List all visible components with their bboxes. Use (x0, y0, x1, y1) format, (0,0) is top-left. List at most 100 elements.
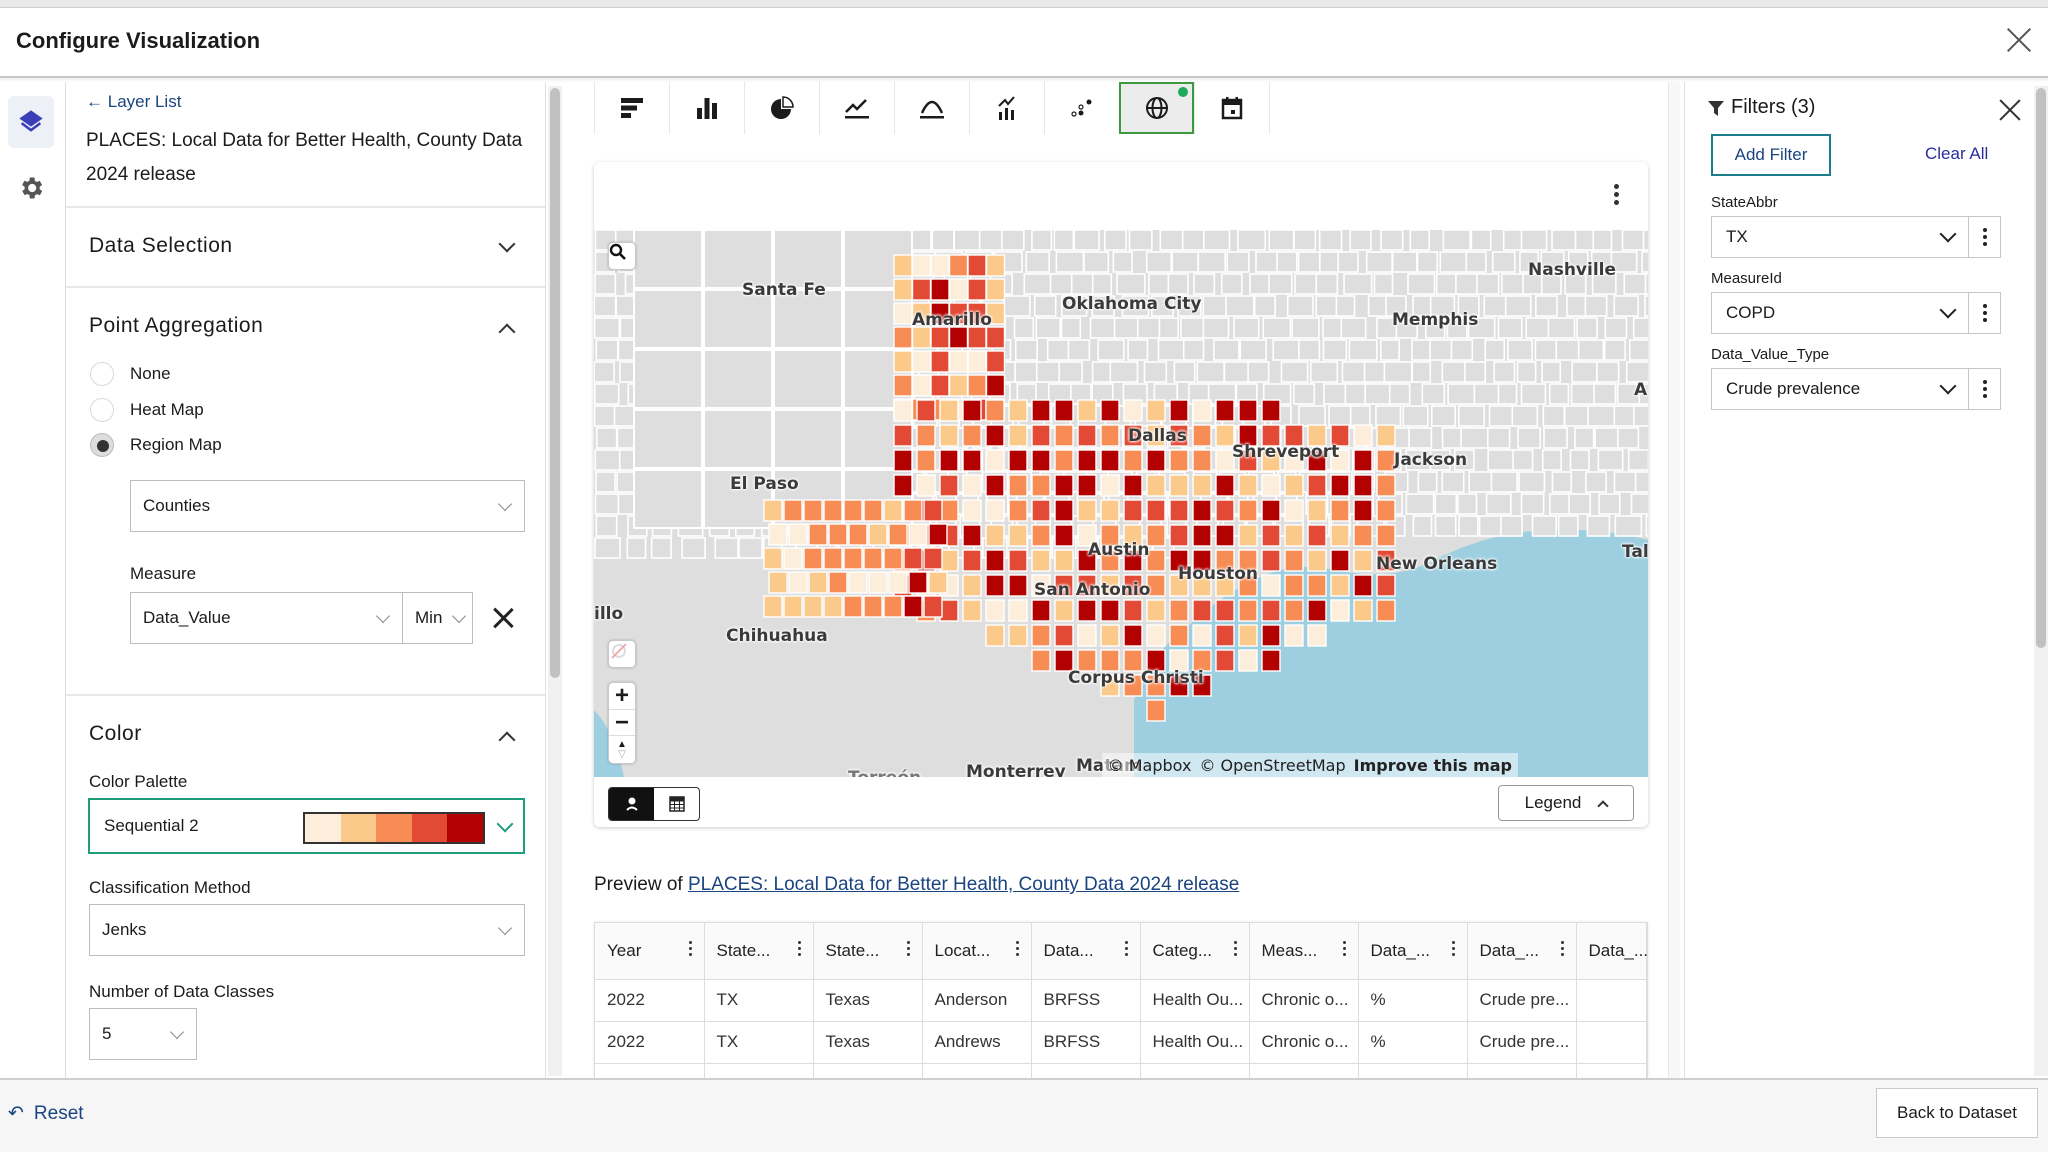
pie-chart-button[interactable] (744, 82, 819, 134)
filter-options-button[interactable] (1969, 216, 2001, 258)
column-header[interactable]: Year (595, 923, 705, 980)
county-shape (1196, 361, 1225, 383)
texas-county (893, 399, 913, 422)
column-menu-icon[interactable] (1451, 941, 1455, 959)
map-view[interactable]: Santa Fe Amarillo Oklahoma City Nashvill… (594, 230, 1648, 777)
clear-all-button[interactable]: Clear All (1925, 144, 1988, 164)
panel-scrollbar[interactable] (548, 86, 562, 1076)
county-shape (1159, 230, 1184, 251)
map-view-toggle[interactable] (609, 788, 654, 820)
measure-aggregation-select[interactable]: Min (402, 592, 473, 644)
filters-scrollbar[interactable] (2034, 86, 2048, 1076)
column-menu-icon[interactable] (1342, 941, 1346, 959)
map-button[interactable] (1119, 82, 1194, 134)
column-header[interactable]: Data_... (1358, 923, 1468, 980)
more-options-button[interactable] (1614, 184, 1620, 208)
texas-county (985, 326, 1006, 349)
bar-chart-button[interactable] (669, 82, 744, 134)
close-dialog-button[interactable] (2002, 22, 2036, 56)
filter-options-button[interactable] (1969, 368, 2001, 410)
add-filter-button[interactable]: Add Filter (1711, 134, 1831, 176)
osm-attribution[interactable]: © OpenStreetMap (1199, 756, 1345, 775)
settings-tab[interactable] (8, 162, 54, 214)
scrollbar-thumb[interactable] (550, 88, 560, 678)
layer-list-link[interactable]: ← Layer List (86, 92, 181, 112)
classification-select[interactable]: Jenks (89, 904, 525, 956)
column-menu-icon[interactable] (688, 941, 692, 959)
texas-county (1100, 424, 1120, 447)
column-header[interactable]: Locat... (922, 923, 1032, 980)
column-header[interactable]: Data_... (1576, 923, 1647, 980)
geolocate-button[interactable] (608, 640, 636, 668)
close-filters-button[interactable] (1998, 98, 2022, 122)
scrollbar-thumb[interactable] (2036, 88, 2046, 648)
reset-button[interactable]: ↶ Reset (8, 1102, 84, 1125)
column-header[interactable]: Data... (1031, 923, 1141, 980)
table-row[interactable]: 2022 TX Texas Andrews BRFSS Health Ou... Chron… (595, 1021, 1647, 1064)
remove-measure-button[interactable] (490, 605, 516, 631)
center-scrollbar[interactable] (1668, 82, 1680, 1078)
column-header[interactable]: Categ... (1140, 923, 1250, 980)
scatter-chart-button[interactable] (1044, 82, 1119, 134)
texas-county (939, 399, 959, 422)
dataset-link[interactable]: PLACES: Local Data for Better Health, Co… (688, 874, 1239, 895)
filter-measureid-select[interactable]: COPD (1711, 292, 1969, 334)
mapbox-attribution[interactable]: © Mapbox (1108, 756, 1192, 775)
legend-label: Legend (1524, 793, 1582, 812)
distribution-chart-button[interactable] (894, 82, 969, 134)
county-shape (1173, 361, 1196, 383)
select-value: Jenks (102, 920, 147, 939)
classes-select[interactable]: 5 (89, 1008, 197, 1060)
texas-county (985, 278, 1006, 301)
county-shape (1518, 471, 1546, 493)
zoom-in-button[interactable]: + (615, 683, 629, 709)
table-row[interactable]: 2022 TX Texas Anderson BRFSS Health Ou... Chro… (595, 979, 1647, 1022)
column-menu-icon[interactable] (1560, 941, 1564, 959)
county-shape (594, 317, 621, 339)
filter-stateabbr-select[interactable]: TX (1711, 216, 1969, 258)
measure-select[interactable]: Data_Value (130, 592, 403, 644)
filter-data-value-type-select[interactable]: Crude prevalence (1711, 368, 1969, 410)
county-shape (1239, 339, 1267, 361)
zoom-out-button[interactable]: − (609, 709, 635, 735)
filter-options-button[interactable] (1969, 292, 2001, 334)
legend-button[interactable]: Legend (1498, 785, 1634, 821)
texas-county (763, 499, 783, 522)
improve-map-link[interactable]: Improve this map (1354, 756, 1512, 775)
radio-region-map[interactable]: Region Map (90, 433, 222, 457)
radio-heat-map[interactable]: Heat Map (90, 398, 204, 422)
county-shape (1411, 361, 1432, 383)
line-chart-button[interactable] (819, 82, 894, 134)
texas-county (916, 424, 936, 447)
table-row[interactable] (595, 1063, 1647, 1078)
back-to-dataset-button[interactable]: Back to Dataset (1876, 1088, 2038, 1138)
column-header[interactable]: State... (704, 923, 814, 980)
column-menu-icon[interactable] (1124, 941, 1128, 959)
county-shape (1483, 295, 1509, 317)
column-menu-icon[interactable] (1015, 941, 1019, 959)
county-shape (1441, 361, 1468, 383)
column-menu-icon[interactable] (1233, 941, 1237, 959)
county-shape (594, 383, 620, 405)
texas-county (893, 326, 913, 349)
layers-tab[interactable] (8, 96, 54, 148)
county-shape (1116, 273, 1146, 295)
radio-none[interactable]: None (90, 362, 171, 386)
color-palette-select[interactable]: Sequential 2 (88, 798, 525, 854)
county-shape (595, 427, 618, 449)
table-view-toggle[interactable] (654, 788, 699, 820)
column-header[interactable]: Meas... (1249, 923, 1359, 980)
map-search-button[interactable] (608, 242, 636, 270)
column-header[interactable]: Data_... (1467, 923, 1577, 980)
column-menu-icon[interactable] (797, 941, 801, 959)
horizontal-bar-chart-button[interactable] (594, 82, 669, 134)
region-type-select[interactable]: Counties (130, 480, 525, 532)
calendar-button[interactable] (1194, 82, 1269, 134)
column-header[interactable]: State... (813, 923, 923, 980)
combo-chart-button[interactable] (969, 82, 1044, 134)
texas-county (1008, 599, 1028, 622)
swatch-1 (305, 814, 341, 842)
column-menu-icon[interactable] (906, 941, 910, 959)
dot (1982, 387, 1987, 391)
compass-button[interactable]: ▲ ▽ (609, 735, 635, 763)
